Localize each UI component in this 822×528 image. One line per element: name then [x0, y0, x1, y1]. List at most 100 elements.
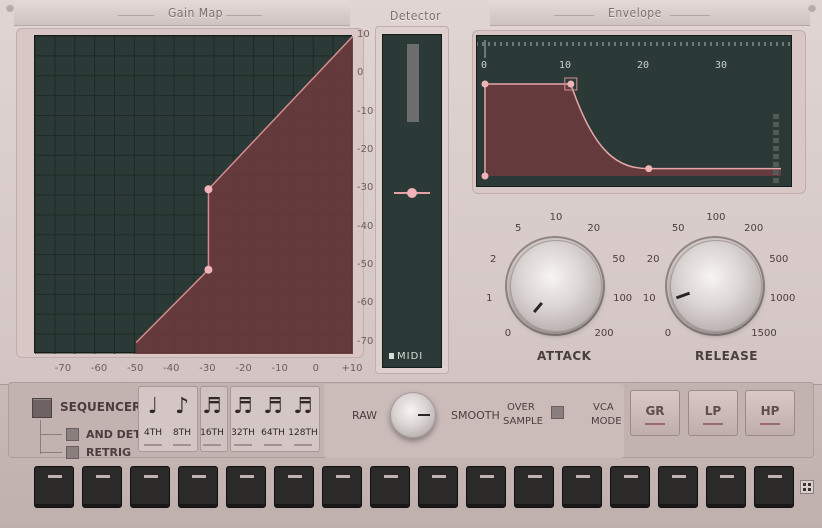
gain-x-tick: +10	[341, 363, 363, 374]
release-scale-label: 1500	[751, 328, 777, 340]
gain-x-tick: -50	[127, 363, 144, 374]
attack-knob-indicator	[532, 301, 544, 314]
sequencer-step-button[interactable]	[226, 466, 266, 508]
gain-y-tick: -70	[357, 335, 374, 347]
release-knob[interactable]	[670, 240, 762, 332]
envelope-meter-segment	[773, 154, 779, 159]
envelope-meter-segment	[773, 114, 779, 119]
sequencer-step-button[interactable]	[466, 466, 506, 508]
release-scale-label: 100	[706, 212, 726, 223]
vca-mode-label-1: VCA	[593, 402, 614, 413]
sequencer-toggle[interactable]	[32, 398, 52, 418]
sequencer-step-button[interactable]	[754, 466, 794, 508]
release-scale-label: 500	[769, 253, 789, 265]
envelope-title: Envelope	[608, 6, 662, 20]
sequencer-step-button[interactable]	[610, 466, 650, 508]
gain-y-tick: -10	[357, 105, 374, 117]
note-division-label[interactable]: 16TH	[197, 428, 227, 438]
note-icon[interactable]: ♬	[233, 394, 253, 419]
note-division-label[interactable]: 128TH	[288, 428, 318, 438]
sequencer-step-button[interactable]	[34, 466, 74, 508]
gain-y-tick: -40	[357, 220, 374, 232]
retrig-checkbox[interactable]	[66, 446, 79, 459]
note-division-label[interactable]: 8TH	[167, 428, 197, 438]
attack-scale-label: 1	[486, 293, 493, 305]
detector-level-meter	[407, 44, 419, 122]
sequencer-step-button[interactable]	[82, 466, 122, 508]
vca-mode-gr-button[interactable]: GR	[630, 390, 680, 436]
rivet	[808, 4, 816, 12]
rivet	[6, 4, 14, 12]
sequencer-step-button[interactable]	[658, 466, 698, 508]
release-scale-label: 10	[642, 293, 656, 305]
sequencer-step-button[interactable]	[514, 466, 554, 508]
envelope-node	[645, 165, 653, 173]
attack-scale-label: 100	[613, 293, 633, 305]
note-icon[interactable]: ♩	[143, 394, 163, 419]
attack-scale-label: 0	[504, 328, 512, 340]
note-underline	[144, 444, 162, 446]
smooth-label: SMOOTH	[451, 409, 500, 422]
envelope-meter-segment	[773, 122, 779, 127]
note-icon[interactable]: ♬	[202, 394, 222, 419]
header-ornament	[226, 15, 262, 16]
vca-mode-lp-button[interactable]: LP	[688, 390, 738, 436]
sequencer-connector	[40, 420, 41, 454]
attack-scale-label: 20	[587, 223, 601, 235]
gain-map-display[interactable]	[34, 35, 354, 355]
oversample-checkbox[interactable]	[551, 406, 564, 419]
note-division-label[interactable]: 32TH	[228, 428, 258, 438]
envelope-meter-segment	[773, 162, 779, 167]
envelope-meter-segment	[773, 170, 779, 175]
sequencer-step-button[interactable]	[418, 466, 458, 508]
sequencer-step-button[interactable]	[562, 466, 602, 508]
release-scale-label: 0	[664, 328, 672, 340]
note-division-label[interactable]: 4TH	[138, 428, 168, 438]
release-scale-label: 50	[671, 223, 685, 235]
attack-scale-label: 10	[549, 212, 563, 223]
note-division-label[interactable]: 64TH	[258, 428, 288, 438]
note-underline	[173, 444, 191, 446]
smoothing-knob[interactable]	[390, 392, 436, 438]
gain-map-svg	[34, 35, 354, 355]
gain-y-tick: -50	[357, 258, 374, 270]
sequencer-step-button[interactable]	[130, 466, 170, 508]
sequencer-step-button[interactable]	[706, 466, 746, 508]
oversample-label-2: SAMPLE	[503, 416, 543, 427]
attack-knob[interactable]	[510, 240, 602, 332]
gain-curve-node	[204, 265, 213, 274]
vca-mode-hp-button[interactable]: HP	[745, 390, 795, 436]
envelope-meter-segment	[773, 138, 779, 143]
envelope-meter-segment	[773, 130, 779, 135]
sequencer-step-button[interactable]	[274, 466, 314, 508]
sequencer-step-button[interactable]	[178, 466, 218, 508]
detector-threshold-handle[interactable]	[407, 188, 417, 198]
release-knob-indicator	[675, 291, 691, 300]
dice-icon[interactable]	[800, 480, 814, 494]
midi-label[interactable]: MIDI	[397, 351, 423, 362]
retrig-label: RETRIG	[86, 446, 132, 459]
attack-scale-label: 5	[515, 223, 522, 235]
sequencer-step-button[interactable]	[322, 466, 362, 508]
envelope-meter-segment	[773, 178, 779, 183]
envelope-meter-segment	[773, 146, 779, 151]
gain-x-tick: -10	[271, 363, 288, 374]
sequencer-step-button[interactable]	[370, 466, 410, 508]
note-icon[interactable]: ♪	[172, 394, 192, 419]
and-det-label: AND DET	[86, 428, 141, 441]
envelope-display[interactable]	[476, 35, 792, 187]
and-det-checkbox[interactable]	[66, 428, 79, 441]
sequencer-connector	[40, 434, 62, 435]
note-icon[interactable]: ♬	[263, 394, 283, 419]
note-icon[interactable]: ♬	[293, 394, 313, 419]
sequencer-connector	[40, 452, 62, 453]
gain-x-tick: 0	[312, 363, 320, 374]
release-label: RELEASE	[695, 349, 758, 363]
gain-y-tick: -60	[357, 297, 374, 309]
gain-x-tick: -60	[90, 363, 108, 374]
gain-curve-node	[204, 185, 213, 194]
envelope-node	[567, 80, 575, 88]
detector-title: Detector	[390, 9, 442, 23]
header-ornament	[670, 15, 710, 16]
header-ornament	[118, 15, 154, 16]
